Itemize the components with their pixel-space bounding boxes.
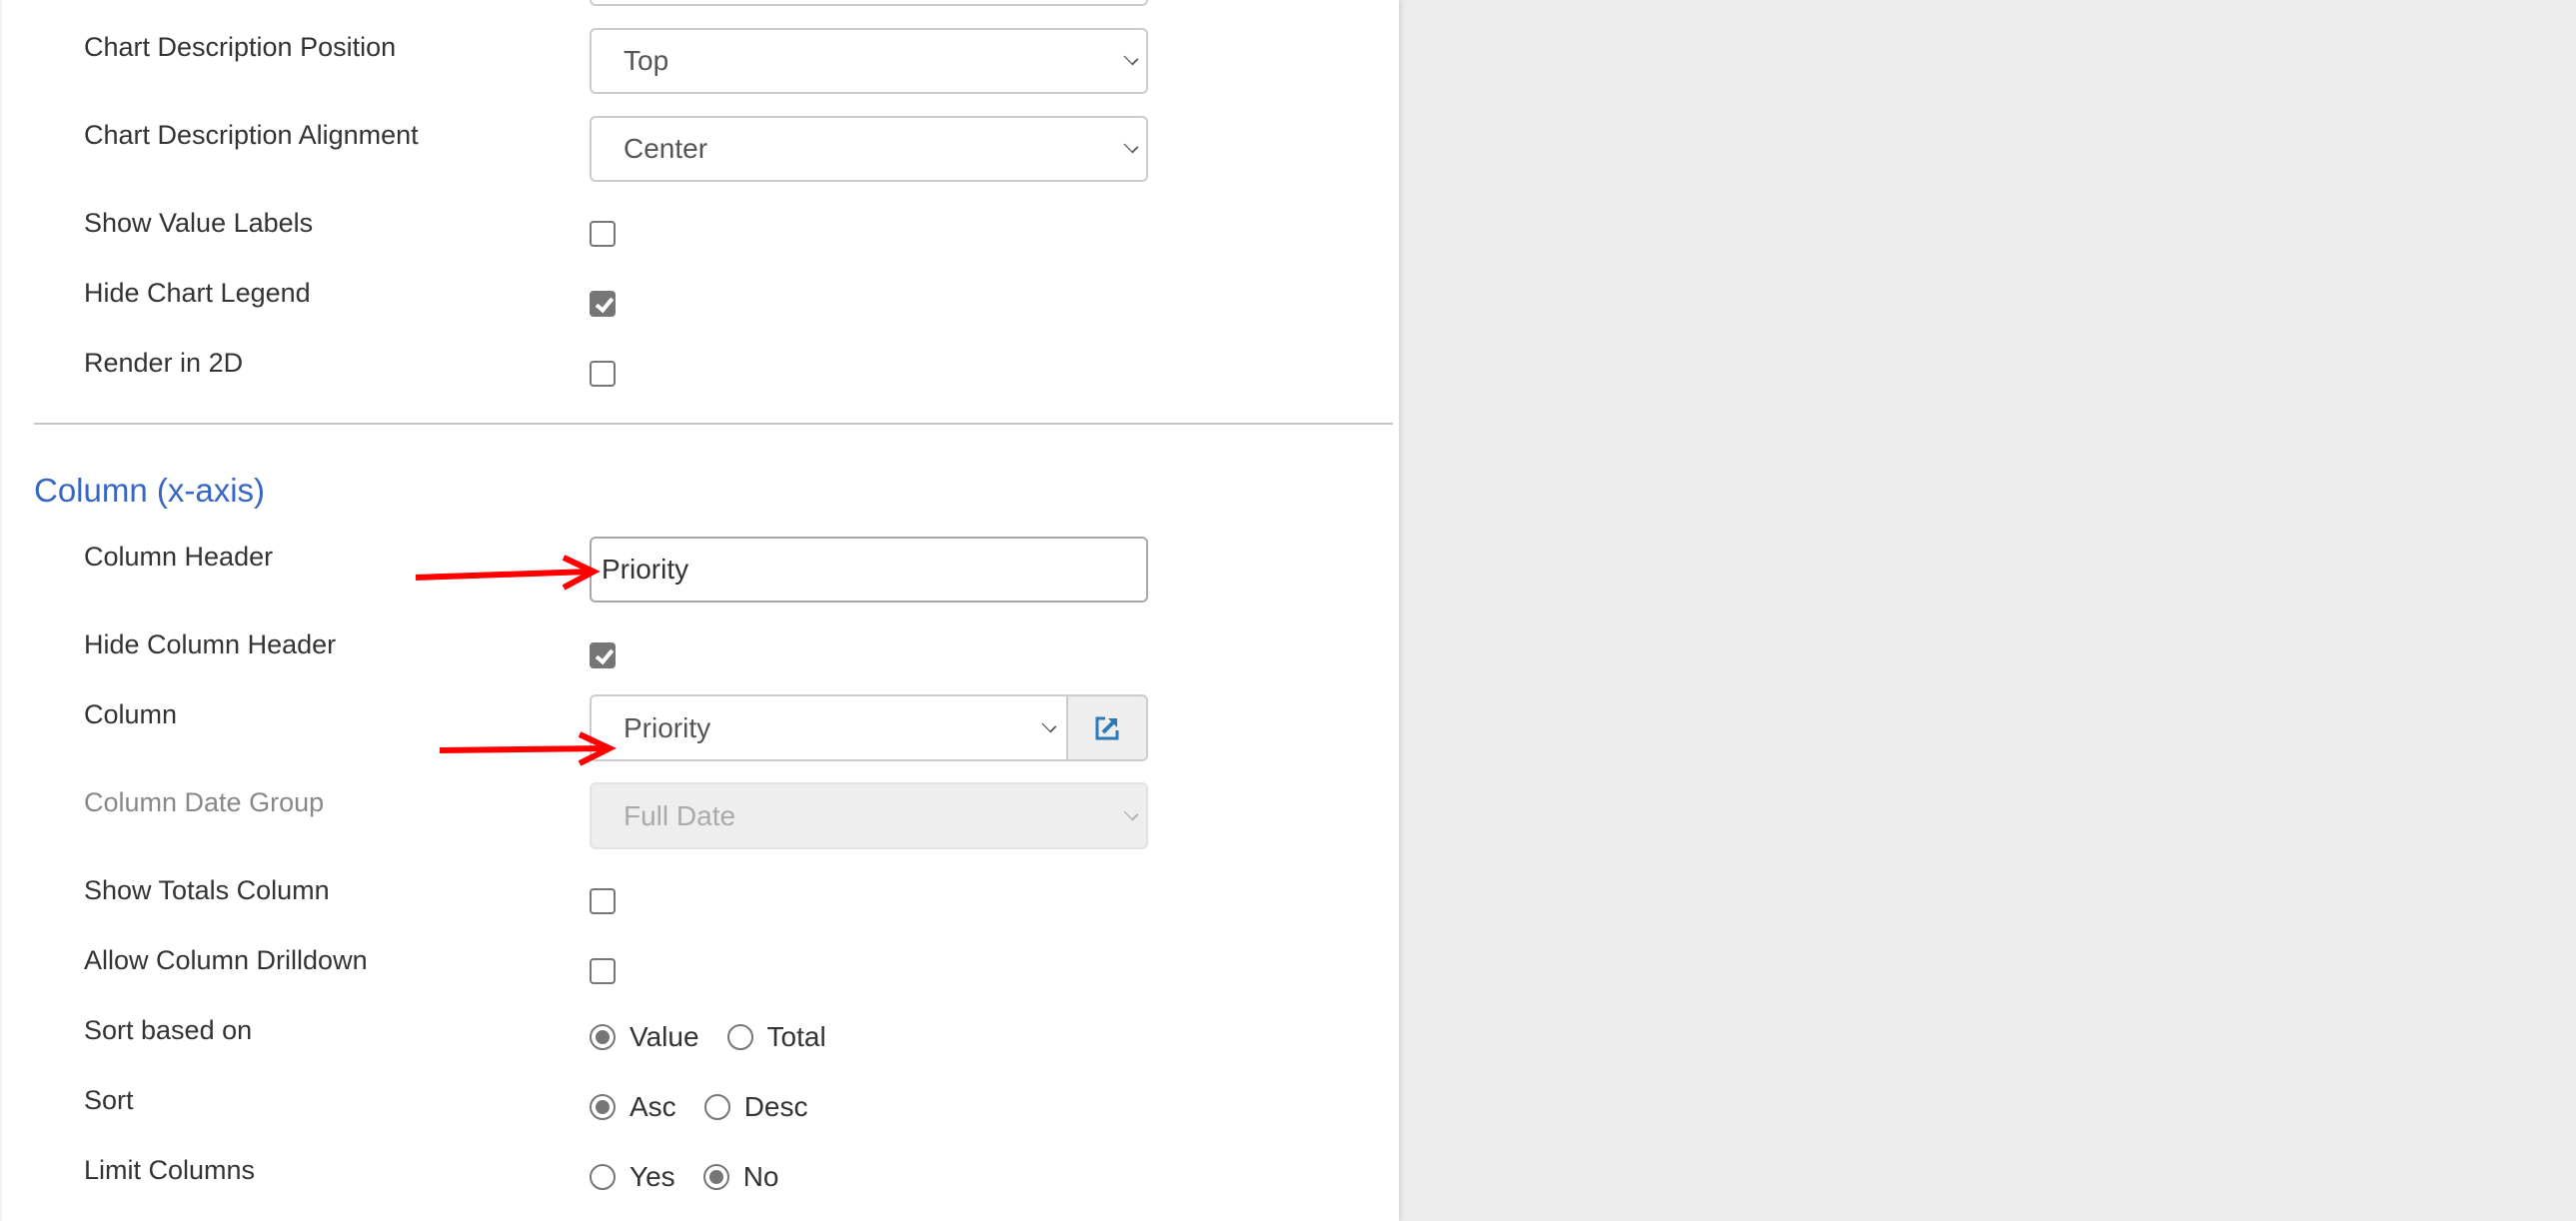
show-totals-column-label: Show Totals Column — [84, 875, 330, 905]
column-date-group-select: Full Date — [590, 782, 1148, 849]
chart-description-alignment-label: Chart Description Alignment — [84, 120, 419, 150]
column-header-input[interactable]: Priority — [590, 537, 1148, 603]
chevron-down-icon — [1041, 717, 1057, 732]
resize-grip-icon[interactable]: ⁄⁄ — [1139, 0, 1142, 3]
radio-label-desc[interactable]: Desc — [744, 1091, 808, 1123]
section-heading: Column (x-axis) — [34, 472, 266, 509]
chevron-down-icon — [1123, 50, 1139, 66]
limit-columns-radio-group: Yes No — [590, 1161, 806, 1193]
limit-columns-label: Limit Columns — [84, 1155, 256, 1185]
annotation-arrow-column — [439, 731, 617, 766]
radio-desc[interactable] — [703, 1094, 730, 1120]
radio-yes[interactable] — [590, 1164, 616, 1190]
hide-column-header-checkbox[interactable] — [590, 642, 616, 668]
select-value: Center — [624, 133, 708, 164]
render-in-2d-checkbox[interactable] — [590, 361, 616, 387]
radio-total[interactable] — [726, 1024, 753, 1050]
select-value: Full Date — [624, 799, 736, 831]
column-label: Column — [84, 699, 178, 729]
hide-column-header-label: Hide Column Header — [84, 629, 337, 659]
radio-label-value[interactable]: Value — [630, 1021, 699, 1053]
chart-description-alignment-select[interactable]: Center — [590, 116, 1148, 182]
column-date-group-label: Column Date Group — [84, 787, 325, 817]
external-link-icon — [1095, 716, 1119, 740]
radio-label-total[interactable]: Total — [767, 1021, 826, 1053]
chevron-down-icon — [1123, 138, 1139, 154]
input-value: Priority — [602, 554, 689, 585]
hide-chart-legend-label: Hide Chart Legend — [84, 278, 311, 308]
chart-description-textarea[interactable]: ⁄⁄ — [590, 0, 1148, 6]
select-value: Top — [624, 45, 669, 76]
column-select[interactable]: Priority — [590, 694, 1068, 761]
sort-based-on-radio-group: Value Total — [590, 1021, 854, 1053]
allow-column-drilldown-label: Allow Column Drilldown — [84, 945, 368, 975]
sort-based-on-label: Sort based on — [84, 1015, 253, 1045]
section-divider — [34, 423, 1393, 425]
show-value-labels-label: Show Value Labels — [84, 208, 314, 238]
chart-description-position-label: Chart Description Position — [84, 32, 397, 62]
chevron-down-icon — [1123, 805, 1139, 820]
settings-panel: ⁄⁄ Chart Description Position Top Chart … — [0, 0, 1399, 1221]
radio-asc[interactable] — [590, 1094, 616, 1120]
sort-radio-group: Asc Desc — [590, 1091, 835, 1123]
allow-column-drilldown-checkbox[interactable] — [590, 958, 616, 984]
chart-description-position-select[interactable]: Top — [590, 28, 1148, 94]
show-totals-column-checkbox[interactable] — [590, 888, 616, 914]
radio-value[interactable] — [590, 1024, 616, 1050]
radio-label-yes[interactable]: Yes — [630, 1161, 675, 1193]
hide-chart-legend-checkbox[interactable] — [590, 291, 616, 317]
render-in-2d-label: Render in 2D — [84, 348, 244, 378]
show-value-labels-checkbox[interactable] — [590, 221, 616, 247]
radio-label-no[interactable]: No — [743, 1161, 779, 1193]
open-column-link-button[interactable] — [1066, 694, 1148, 761]
sort-label: Sort — [84, 1085, 134, 1115]
column-header-label: Column Header — [84, 542, 274, 572]
select-value: Priority — [624, 711, 711, 743]
radio-no[interactable] — [702, 1164, 729, 1190]
annotation-arrow-column-header — [415, 555, 601, 591]
radio-label-asc[interactable]: Asc — [630, 1091, 676, 1123]
